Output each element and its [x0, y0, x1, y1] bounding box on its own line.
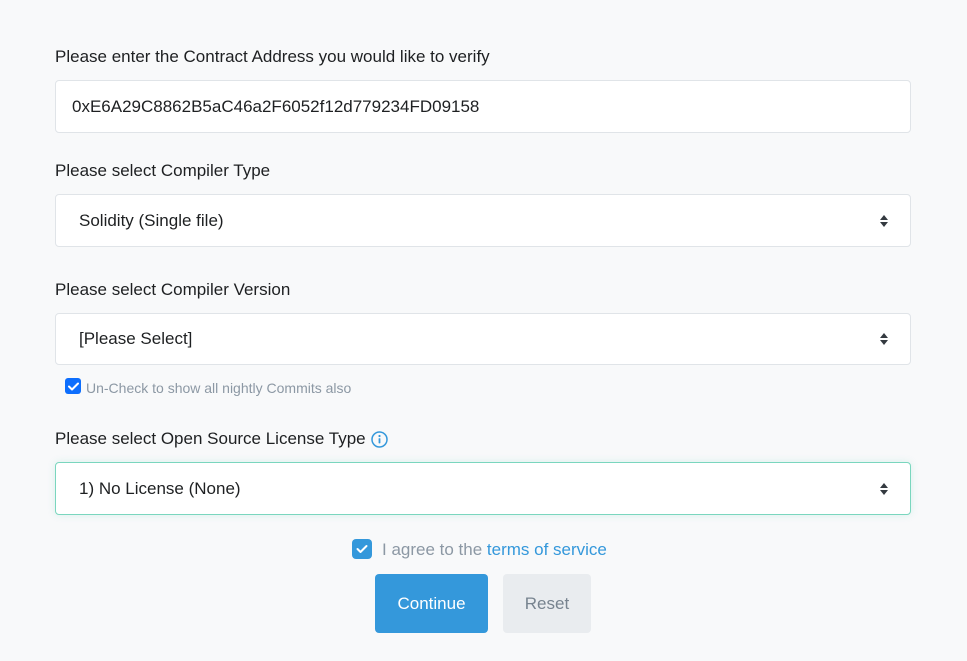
compiler-type-select[interactable]: Solidity (Single file) [55, 194, 911, 247]
contract-address-input[interactable]: 0xE6A29C8862B5aC46a2F6052f12d779234FD091… [55, 80, 911, 133]
terms-of-service-link[interactable]: terms of service [487, 540, 607, 559]
compiler-version-selected: [Please Select] [79, 329, 193, 348]
contract-address-label: Please enter the Contract Address you wo… [55, 47, 490, 66]
contract-address-value: 0xE6A29C8862B5aC46a2F6052f12d779234FD091… [72, 96, 480, 116]
info-circle-icon[interactable] [370, 430, 388, 448]
select-arrows-icon [880, 333, 888, 345]
compiler-version-label: Please select Compiler Version [55, 280, 291, 299]
agree-terms-checkbox[interactable] [352, 539, 372, 559]
license-type-select[interactable]: 1) No License (None) [55, 462, 911, 515]
verify-contract-form: Please enter the Contract Address you wo… [0, 0, 967, 661]
select-arrows-icon [880, 482, 888, 495]
nightly-commits-label: Un-Check to show all nightly Commits als… [86, 380, 352, 396]
checkmark-icon [356, 545, 368, 553]
checkmark-icon [67, 382, 79, 390]
reset-button[interactable]: Reset [503, 574, 591, 633]
compiler-version-select[interactable]: [Please Select] [55, 313, 911, 365]
select-arrows-icon [880, 214, 888, 227]
agree-terms-prefix: I agree to the [382, 540, 487, 559]
continue-button[interactable]: Continue [375, 574, 488, 633]
license-type-label: Please select Open Source License Type [55, 429, 388, 449]
compiler-type-label: Please select Compiler Type [55, 161, 271, 180]
nightly-commits-checkbox[interactable] [65, 378, 81, 394]
compiler-type-selected: Solidity (Single file) [79, 210, 224, 230]
license-type-label-text: Please select Open Source License Type [55, 429, 366, 448]
license-type-selected: 1) No License (None) [79, 478, 241, 498]
agree-terms-label: I agree to the terms of service [382, 540, 607, 560]
